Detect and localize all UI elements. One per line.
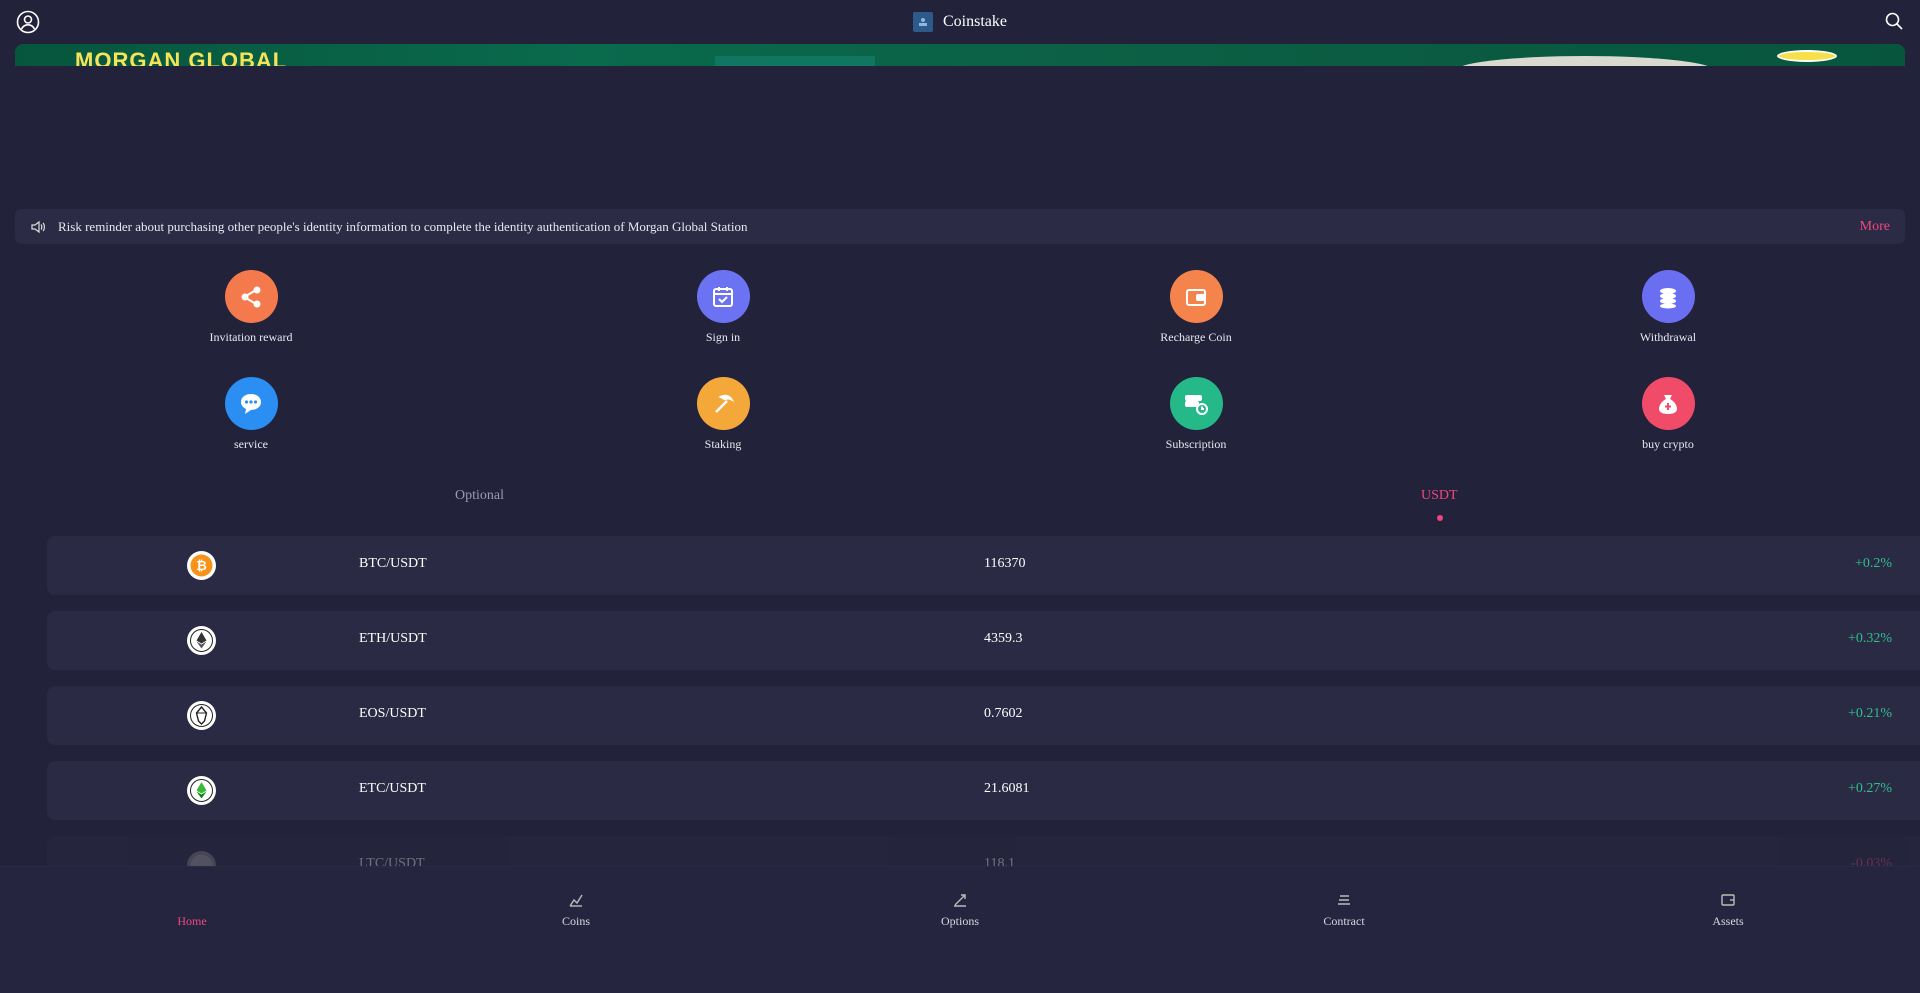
pair-price: 116370 (984, 556, 1026, 571)
tab-optional[interactable]: Optional (455, 488, 504, 504)
eos-icon (187, 701, 216, 730)
market-row-etc[interactable]: ETC/USDT 21.6081 +0.27% (47, 761, 1920, 820)
banner-text: MORGAN GLOBAL (75, 48, 288, 67)
pair-price: 21.6081 (984, 781, 1030, 796)
shortcut-sign-in[interactable]: Sign in (643, 270, 803, 345)
pair-name: EOS/USDT (359, 706, 426, 721)
nav-home[interactable]: Home (132, 867, 252, 929)
brand-logo-icon (913, 12, 933, 32)
shortcut-recharge-coin[interactable]: Recharge Coin (1116, 270, 1276, 345)
nav-label: Contract (1323, 914, 1365, 928)
nav-coins[interactable]: Coins (516, 867, 636, 929)
shortcut-withdrawal[interactable]: Withdrawal (1588, 270, 1748, 345)
speaker-icon (31, 220, 45, 233)
svg-text:₿: ₿ (196, 559, 207, 574)
pair-price: 0.7602 (984, 706, 1023, 721)
nav-assets[interactable]: Assets (1668, 867, 1788, 929)
active-tab-indicator (1437, 515, 1443, 521)
shortcut-label: Invitation reward (209, 330, 293, 344)
tab-usdt[interactable]: USDT (1421, 488, 1458, 504)
app-title: Coinstake (943, 13, 1007, 30)
notice-message: Risk reminder about purchasing other peo… (58, 218, 748, 234)
banner-graphic (1777, 50, 1837, 62)
market-tabs: Optional USDT (0, 488, 1920, 528)
subscription-icon (1169, 377, 1223, 430)
nav-contract[interactable]: Contract (1284, 867, 1404, 929)
money-bag-icon (1641, 377, 1695, 430)
chat-icon (224, 377, 278, 430)
bottom-nav: Home Coins Options Contract Assets (0, 866, 1920, 993)
nav-label: Options (940, 914, 979, 928)
share-icon (224, 270, 278, 323)
options-icon (954, 894, 966, 907)
ethereum-icon (187, 626, 216, 655)
pair-name: BTC/USDT (359, 556, 427, 571)
bitcoin-icon: ₿ (187, 551, 216, 580)
pair-change: +0.21% (1847, 706, 1892, 721)
banner-graphic (1455, 56, 1715, 66)
pair-change: +0.2% (1854, 556, 1892, 571)
shortcut-label: Subscription (1165, 437, 1227, 451)
ethereum-classic-icon (187, 776, 216, 805)
pickaxe-icon (696, 377, 750, 430)
nav-options[interactable]: Options (900, 867, 1020, 929)
market-row-eth[interactable]: ETH/USDT 4359.3 +0.32% (47, 611, 1920, 670)
calendar-check-icon (696, 270, 750, 323)
notice-bar[interactable]: Risk reminder about purchasing other peo… (15, 209, 1905, 244)
pair-name: ETC/USDT (359, 781, 426, 796)
promo-banner[interactable]: MORGAN GLOBAL (15, 44, 1905, 66)
nav-label: Home (177, 914, 207, 928)
coins-stack-icon (1641, 270, 1695, 323)
pair-change: +0.32% (1847, 631, 1892, 646)
shortcut-buy-crypto[interactable]: buy crypto (1588, 377, 1748, 452)
shortcut-label: buy crypto (1642, 437, 1694, 451)
shortcut-label: Sign in (705, 330, 741, 344)
wallet-icon (1721, 894, 1735, 906)
shortcut-label: Recharge Coin (1160, 330, 1232, 344)
search-icon[interactable] (1884, 11, 1904, 31)
user-profile-icon[interactable] (16, 10, 40, 34)
shortcut-staking[interactable]: Staking (643, 377, 803, 452)
top-header: Coinstake (0, 0, 1920, 44)
shortcut-service[interactable]: service (171, 377, 331, 452)
nav-label: Coins (561, 914, 590, 928)
brand: Coinstake (913, 12, 1007, 32)
contract-icon (1338, 895, 1350, 905)
market-row-eos[interactable]: EOS/USDT 0.7602 +0.21% (47, 686, 1920, 745)
shortcut-label: Withdrawal (1639, 330, 1697, 344)
shortcut-subscription[interactable]: Subscription (1116, 377, 1276, 452)
shortcut-label: service (234, 437, 268, 451)
pair-name: ETH/USDT (359, 631, 427, 646)
chart-line-icon (569, 894, 583, 907)
wallet-icon (1169, 270, 1223, 323)
pair-change: +0.27% (1847, 781, 1892, 796)
banner-graphic (715, 56, 875, 66)
notice-more-link[interactable]: More (1860, 219, 1890, 235)
market-row-btc[interactable]: ₿ BTC/USDT 116370 +0.2% (47, 536, 1920, 595)
nav-label: Assets (1712, 914, 1744, 928)
shortcut-invitation-reward[interactable]: Invitation reward (171, 270, 331, 345)
pair-price: 4359.3 (984, 631, 1023, 646)
shortcut-label: Staking (704, 437, 742, 451)
